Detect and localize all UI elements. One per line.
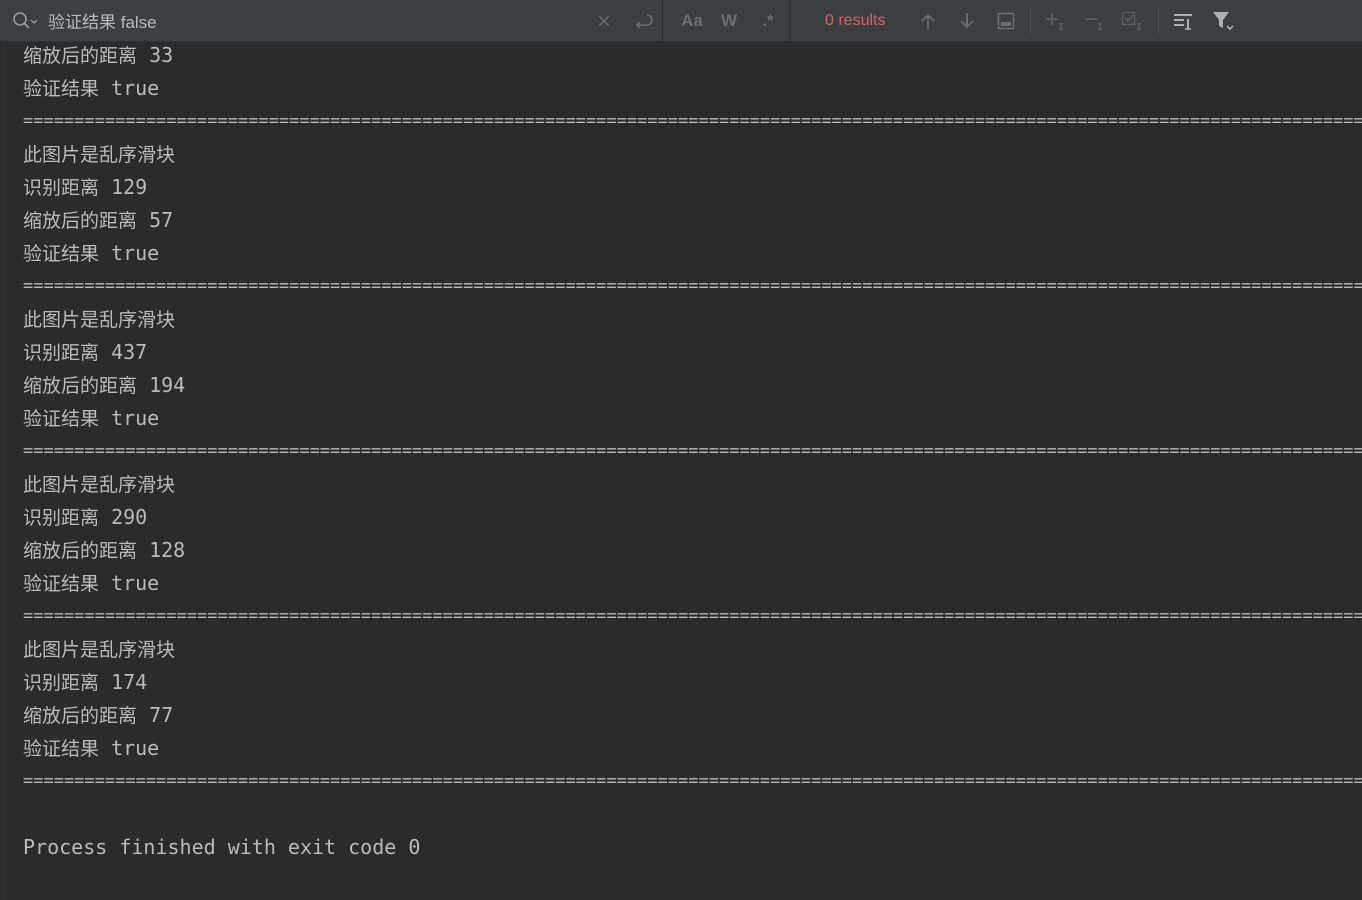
line-value: 57 bbox=[149, 208, 174, 232]
console-line: 验证结果 true bbox=[23, 76, 159, 100]
match-case-button[interactable]: Aa bbox=[677, 8, 707, 34]
line-value: 77 bbox=[149, 703, 174, 727]
toolbar-divider bbox=[1158, 8, 1159, 34]
clear-search-icon[interactable] bbox=[591, 8, 617, 34]
line-label: 验证结果 bbox=[23, 738, 100, 760]
console-line: 缩放后的距离 77 bbox=[23, 703, 173, 727]
line-label: 缩放后的距离 bbox=[23, 540, 138, 562]
toolbar-divider bbox=[789, 0, 790, 42]
line-label: 验证结果 bbox=[23, 408, 100, 430]
line-value: true bbox=[111, 571, 160, 595]
console-line: 缩放后的距离 33 bbox=[23, 43, 173, 67]
line-value: 174 bbox=[111, 670, 148, 694]
console-line: 此图片是乱序滑块 bbox=[23, 472, 175, 496]
console-line: 缩放后的距离 57 bbox=[23, 208, 173, 232]
separator-line: ========================================… bbox=[23, 111, 1362, 131]
separator-line: ========================================… bbox=[23, 441, 1362, 461]
svg-text:I: I bbox=[1097, 22, 1103, 31]
exit-message: Process finished with exit code 0 bbox=[23, 835, 421, 859]
line-value: true bbox=[111, 736, 160, 760]
line-label: 验证结果 bbox=[23, 243, 100, 265]
console-line: 缩放后的距离 128 bbox=[23, 538, 185, 562]
line-label: 缩放后的距离 bbox=[23, 375, 138, 397]
remove-selection-icon[interactable]: I bbox=[1082, 8, 1108, 34]
console-line: 识别距离 129 bbox=[23, 175, 147, 199]
line-label: 识别距离 bbox=[23, 342, 100, 364]
regex-button[interactable]: .* bbox=[755, 8, 781, 34]
console-line: 验证结果 true bbox=[23, 241, 159, 265]
console-line: 此图片是乱序滑块 bbox=[23, 637, 175, 661]
console-line: 此图片是乱序滑块 bbox=[23, 142, 175, 166]
select-all-occurrences-icon[interactable] bbox=[993, 8, 1019, 34]
next-occurrence-icon[interactable] bbox=[954, 8, 980, 34]
line-label: 此图片是乱序滑块 bbox=[23, 474, 176, 496]
console-line: 识别距离 437 bbox=[23, 340, 147, 364]
line-label: 识别距离 bbox=[23, 672, 100, 694]
console-line: 缩放后的距离 194 bbox=[23, 373, 185, 397]
console-line: 验证结果 true bbox=[23, 406, 159, 430]
console-line: 识别距离 290 bbox=[23, 505, 147, 529]
search-history-icon[interactable] bbox=[11, 10, 39, 32]
line-value: 437 bbox=[111, 340, 148, 364]
line-label: 验证结果 bbox=[23, 78, 100, 100]
console-output: 缩放后的距离 33 验证结果 true ====================… bbox=[0, 42, 1362, 900]
line-value: 128 bbox=[149, 538, 186, 562]
console-line: 验证结果 true bbox=[23, 736, 159, 760]
search-input[interactable] bbox=[48, 8, 588, 32]
line-value: 290 bbox=[111, 505, 148, 529]
line-value: true bbox=[111, 241, 160, 265]
search-results-count: 0 results bbox=[825, 12, 886, 29]
svg-text:I: I bbox=[1058, 22, 1064, 31]
line-label: 此图片是乱序滑块 bbox=[23, 144, 176, 166]
line-value: true bbox=[111, 406, 160, 430]
line-value: 129 bbox=[111, 175, 148, 199]
filter-funnel-icon[interactable] bbox=[1210, 8, 1236, 34]
add-selection-icon[interactable]: I bbox=[1043, 8, 1069, 34]
line-value: true bbox=[111, 76, 160, 100]
filter-lines-icon[interactable] bbox=[1170, 8, 1196, 34]
line-label: 缩放后的距离 bbox=[23, 210, 138, 232]
separator-line: ========================================… bbox=[23, 771, 1362, 791]
line-label: 此图片是乱序滑块 bbox=[23, 309, 176, 331]
line-value: 33 bbox=[149, 43, 174, 67]
console-line: 识别距离 174 bbox=[23, 670, 147, 694]
console-line: 此图片是乱序滑块 bbox=[23, 307, 175, 331]
line-label: 验证结果 bbox=[23, 573, 100, 595]
line-label: 缩放后的距离 bbox=[23, 45, 138, 67]
words-button[interactable]: W bbox=[716, 8, 742, 34]
separator-line: ========================================… bbox=[23, 606, 1362, 626]
console-search-bar: Aa W .* 0 results I I bbox=[0, 0, 1362, 42]
svg-text:I: I bbox=[1136, 22, 1142, 31]
toolbar-divider bbox=[662, 0, 663, 42]
separator-line: ========================================… bbox=[23, 276, 1362, 296]
select-all-occurrences-text-icon[interactable]: I bbox=[1121, 8, 1147, 34]
previous-occurrence-icon[interactable] bbox=[915, 8, 941, 34]
new-line-icon[interactable] bbox=[630, 8, 656, 34]
toolbar-divider bbox=[1030, 8, 1031, 34]
line-label: 缩放后的距离 bbox=[23, 705, 138, 727]
line-value: 194 bbox=[149, 373, 186, 397]
line-label: 此图片是乱序滑块 bbox=[23, 639, 176, 661]
line-label: 识别距离 bbox=[23, 507, 100, 529]
line-label: 识别距离 bbox=[23, 177, 100, 199]
console-gutter bbox=[4, 42, 5, 900]
console-line: 验证结果 true bbox=[23, 571, 159, 595]
